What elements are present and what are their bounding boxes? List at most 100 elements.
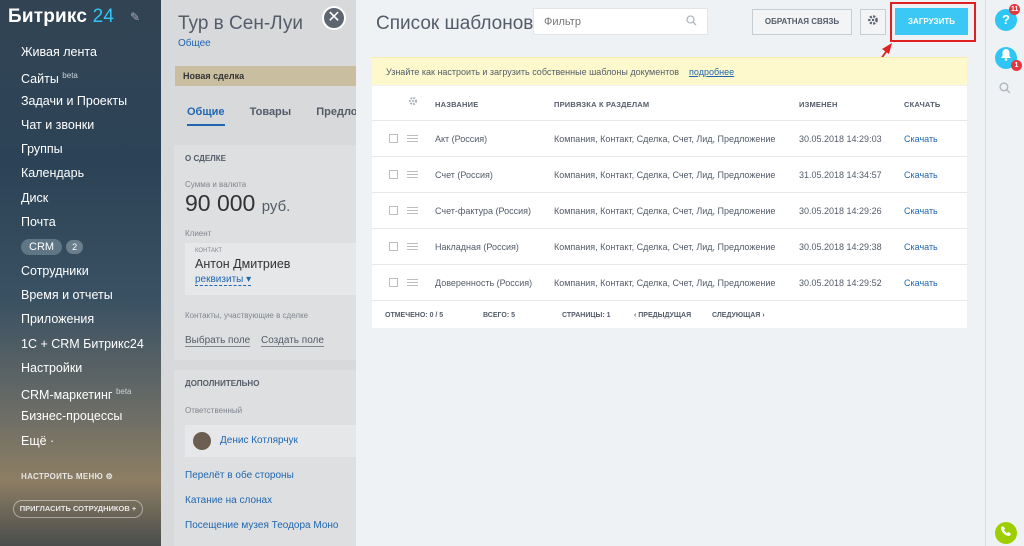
row-checkbox[interactable] (389, 170, 398, 179)
download-link[interactable]: Скачать (904, 170, 938, 180)
search-icon[interactable] (686, 15, 697, 29)
responsible-label: Ответственный (185, 406, 243, 415)
table-row[interactable]: Накладная (Россия) Компания, Контакт, Сд… (372, 229, 967, 265)
drag-handle-icon[interactable] (407, 243, 418, 252)
template-name: Накладная (Россия) (435, 242, 519, 252)
deal-tabs: Общие Товары Предложе (187, 106, 356, 126)
search-icon[interactable] (999, 82, 1011, 97)
column-header-modified[interactable]: ИЗМЕНЕН (799, 100, 838, 109)
column-header-download[interactable]: СКАЧАТЬ (904, 100, 941, 109)
column-header-name[interactable]: НАЗВАНИЕ (435, 100, 478, 109)
row-checkbox[interactable] (389, 242, 398, 251)
prev-page-link[interactable]: ‹ ПРЕДЫДУЩАЯ (634, 312, 691, 319)
requisites-link[interactable]: реквизиты ▾ (195, 274, 252, 286)
column-header-sections[interactable]: ПРИВЯЗКА К РАЗДЕЛАМ (554, 100, 649, 109)
help-badge: 11 (1009, 4, 1021, 15)
sidebar-item-time[interactable]: Время и отчеты (0, 283, 161, 307)
download-link[interactable]: Скачать (904, 134, 938, 144)
select-field-link[interactable]: Выбрать поле (185, 335, 251, 347)
tab-products[interactable]: Товары (250, 106, 292, 118)
download-link[interactable]: Скачать (904, 278, 938, 288)
sidebar-item-settings[interactable]: Настройки (0, 356, 161, 380)
sidebar-item-sites[interactable]: Сайты beta (0, 64, 161, 88)
responsible-name[interactable]: Денис Котлярчук (220, 435, 298, 446)
help-icon: ? (1002, 12, 1010, 27)
sidebar-item-tasks[interactable]: Задачи и Проекты (0, 89, 161, 113)
field-links: Выбрать поле Создать поле (185, 335, 332, 347)
sidebar-item-feed[interactable]: Живая лента (0, 40, 161, 64)
product-item[interactable]: Катание на слонах (185, 495, 272, 506)
sidebar-item-label: 1С + CRM Битрикс24 (21, 336, 144, 351)
drag-handle-icon[interactable] (407, 207, 418, 216)
create-field-link[interactable]: Создать поле (261, 335, 324, 347)
gear-icon (867, 15, 879, 29)
client-block: КОНТАКТ Антон Дмитриев реквизиты ▾ (185, 243, 356, 295)
template-name: Доверенность (Россия) (435, 278, 533, 288)
template-sections: Компания, Контакт, Сделка, Счет, Лид, Пр… (554, 206, 776, 216)
close-slider-button[interactable]: ✕ (322, 6, 346, 30)
feedback-button[interactable]: ОБРАТНАЯ СВЯЗЬ (752, 9, 852, 35)
sidebar-item-1c[interactable]: 1С + CRM Битрикс24 (0, 332, 161, 356)
client-name[interactable]: Антон Дмитриев (195, 257, 290, 271)
sidebar-menu: Живая лента Сайты beta Задачи и Проекты … (0, 40, 161, 453)
feedback-label: ОБРАТНАЯ СВЯЗЬ (764, 17, 840, 26)
template-modified: 30.05.2018 14:29:52 (799, 278, 882, 288)
drag-handle-icon[interactable] (407, 171, 418, 180)
sidebar-item-label: Настройки (21, 360, 83, 375)
tab-offers[interactable]: Предложе (316, 106, 356, 118)
crm-counter-badge: 2 (66, 240, 84, 255)
template-modified: 31.05.2018 14:34:57 (799, 170, 882, 180)
notice-banner: Узнайте как настроить и загрузить собств… (372, 57, 967, 85)
sidebar-item-crm-marketing[interactable]: CRM-маркетинг beta (0, 380, 161, 404)
more-link[interactable]: подробнее (689, 67, 734, 77)
template-modified: 30.05.2018 14:29:03 (799, 134, 882, 144)
template-sections: Компания, Контакт, Сделка, Счет, Лид, Пр… (554, 134, 776, 144)
sidebar-item-bizproc[interactable]: Бизнес-процессы (0, 404, 161, 428)
table-row[interactable]: Доверенность (Россия) Компания, Контакт,… (372, 265, 967, 301)
bitrix24-logo[interactable]: Битрикс 24 (8, 6, 114, 28)
table-row[interactable]: Счет (Россия) Компания, Контакт, Сделка,… (372, 157, 967, 193)
sidebar-item-label: Сотрудники (21, 263, 89, 278)
product-item[interactable]: Посещение музея Теодора Моно (185, 520, 339, 531)
deal-stage-bar[interactable]: Новая сделка (175, 66, 356, 86)
sidebar-item-label: CRM (21, 239, 63, 256)
row-checkbox[interactable] (389, 134, 398, 143)
next-page-link[interactable]: СЛЕДУЮЩАЯ › (712, 312, 765, 319)
responsible-block: Денис Котлярчук (185, 425, 356, 457)
templates-slider: Список шаблонов ОБРАТНАЯ СВЯЗЬ ЗАГРУЗИТЬ… (356, 0, 985, 546)
tab-general[interactable]: Общие (187, 106, 225, 126)
filter-input[interactable] (534, 9, 679, 34)
phone-button[interactable] (995, 522, 1017, 544)
sidebar-item-crm[interactable]: CRM 2 (0, 234, 161, 258)
sidebar-item-disk[interactable]: Диск (0, 186, 161, 210)
sidebar-item-mail[interactable]: Почта (0, 210, 161, 234)
logo-text: Битрикс (8, 6, 88, 27)
setup-menu-link[interactable]: НАСТРОИТЬ МЕНЮ ⚙ (21, 472, 113, 481)
dropdown-caret-icon: ▾ (246, 274, 252, 285)
invite-employees-button[interactable]: ПРИГЛАСИТЬ СОТРУДНИКОВ + (13, 500, 143, 518)
sidebar-item-more[interactable]: Ещё · (0, 429, 161, 453)
download-link[interactable]: Скачать (904, 242, 938, 252)
sidebar-item-groups[interactable]: Группы (0, 137, 161, 161)
column-settings-gear-icon[interactable] (408, 96, 418, 108)
table-row[interactable]: Акт (Россия) Компания, Контакт, Сделка, … (372, 121, 967, 157)
download-link[interactable]: Скачать (904, 206, 938, 216)
page-title: Список шаблонов (376, 13, 534, 34)
deal-title[interactable]: Тур в Сен-Луи (178, 13, 303, 35)
drag-handle-icon[interactable] (407, 279, 418, 288)
sidebar-item-calendar[interactable]: Календарь (0, 161, 161, 185)
deal-category[interactable]: Общее (178, 38, 211, 49)
deal-amount: 90 000 руб. (185, 190, 290, 217)
sidebar-item-employees[interactable]: Сотрудники (0, 259, 161, 283)
product-item[interactable]: Перелёт в обе стороны (185, 470, 294, 481)
drag-handle-icon[interactable] (407, 135, 418, 144)
row-checkbox[interactable] (389, 206, 398, 215)
about-deal-panel: О СДЕЛКЕ Сумма и валюта 90 000 руб. Клие… (174, 145, 356, 360)
table-row[interactable]: Счет-фактура (Россия) Компания, Контакт,… (372, 193, 967, 229)
edit-pencil-icon[interactable]: ✎ (130, 10, 140, 24)
row-checkbox[interactable] (389, 278, 398, 287)
settings-button[interactable] (860, 9, 886, 35)
upload-button[interactable]: ЗАГРУЗИТЬ (895, 8, 968, 35)
sidebar-item-chat[interactable]: Чат и звонки (0, 113, 161, 137)
sidebar-item-apps[interactable]: Приложения (0, 307, 161, 331)
